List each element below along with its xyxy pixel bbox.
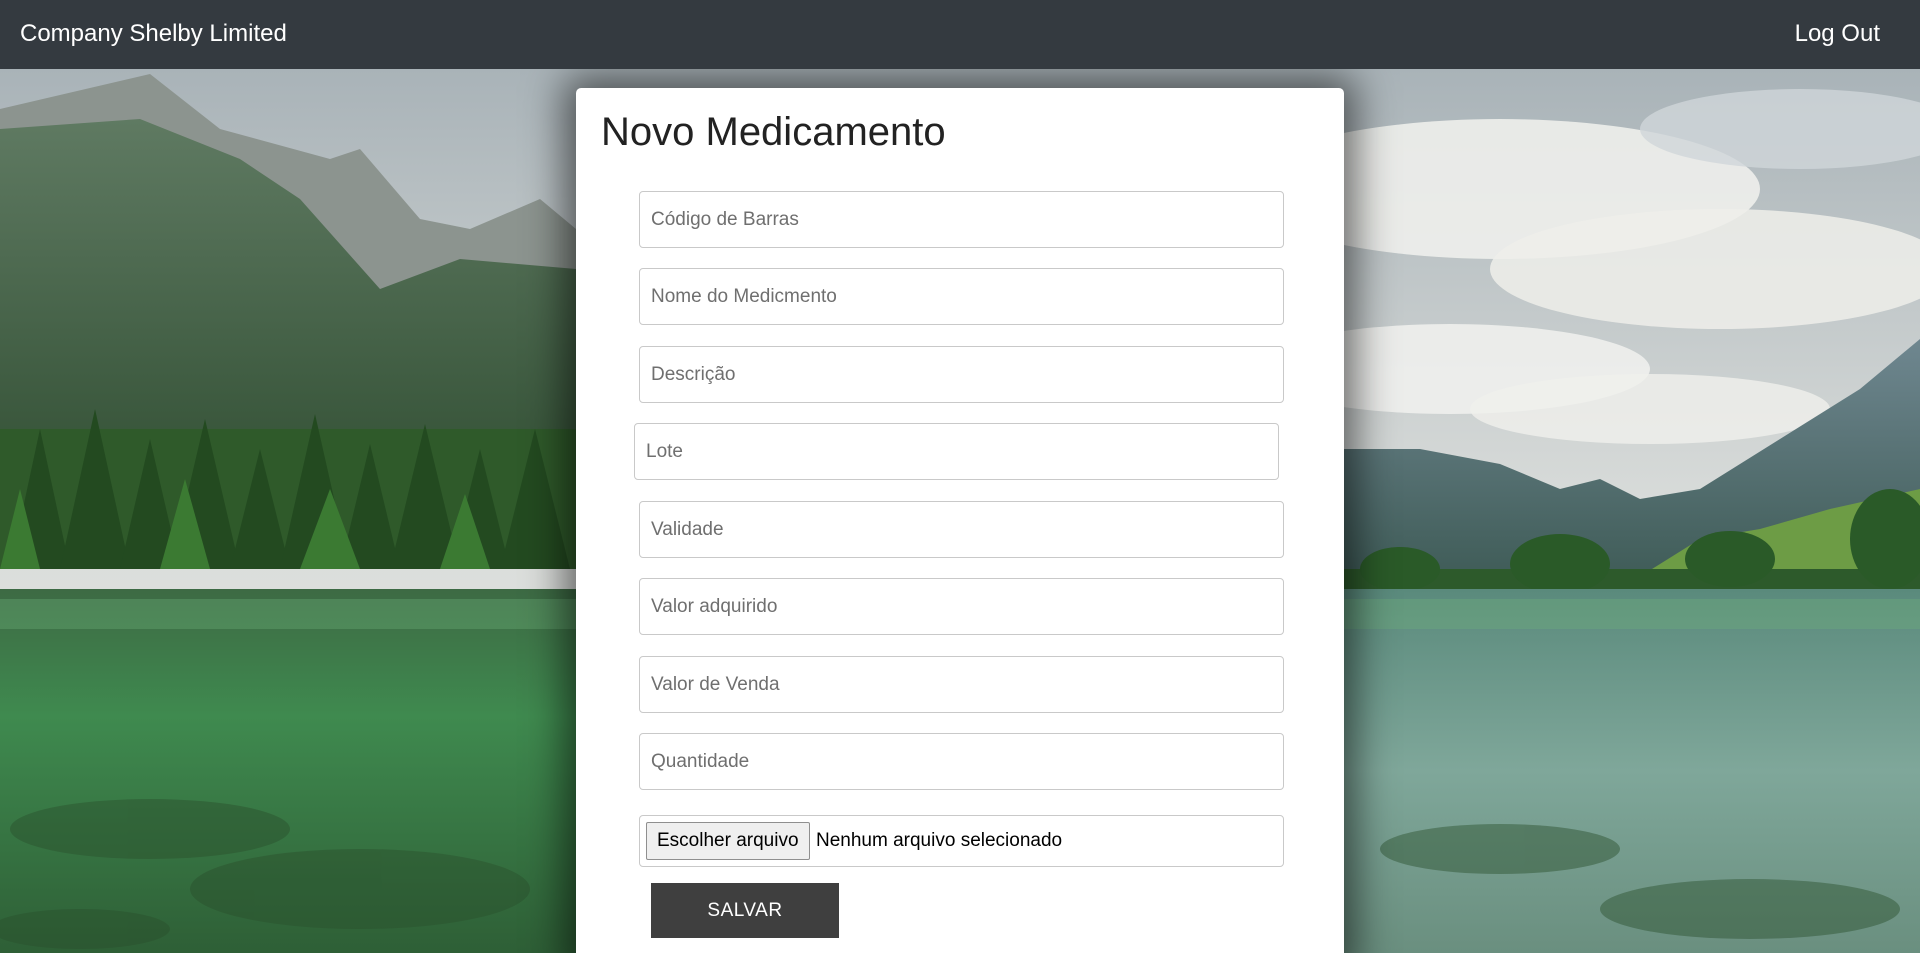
- new-medicine-card: Novo Medicamento Escolher arquivo Nenhum…: [576, 88, 1344, 953]
- barcode-input[interactable]: [639, 191, 1284, 248]
- medicine-name-input[interactable]: [639, 268, 1284, 325]
- sale-value-input[interactable]: [639, 656, 1284, 713]
- top-navbar: Company Shelby Limited Log Out: [0, 0, 1920, 69]
- choose-file-button[interactable]: Escolher arquivo: [646, 822, 810, 860]
- logout-link[interactable]: Log Out: [1795, 0, 1880, 67]
- purchase-value-input[interactable]: [639, 578, 1284, 635]
- description-input[interactable]: [639, 346, 1284, 403]
- batch-input[interactable]: [634, 423, 1279, 480]
- brand-link[interactable]: Company Shelby Limited: [20, 0, 287, 67]
- file-status-text: Nenhum arquivo selecionado: [816, 830, 1063, 851]
- quantity-input[interactable]: [639, 733, 1284, 790]
- file-upload-field: Escolher arquivo Nenhum arquivo selecion…: [639, 815, 1284, 867]
- page: Company Shelby Limited Log Out Novo Medi…: [0, 0, 1920, 953]
- save-button[interactable]: SALVAR: [651, 883, 839, 938]
- expiry-date-input[interactable]: [639, 501, 1284, 558]
- page-title: Novo Medicamento: [601, 110, 946, 154]
